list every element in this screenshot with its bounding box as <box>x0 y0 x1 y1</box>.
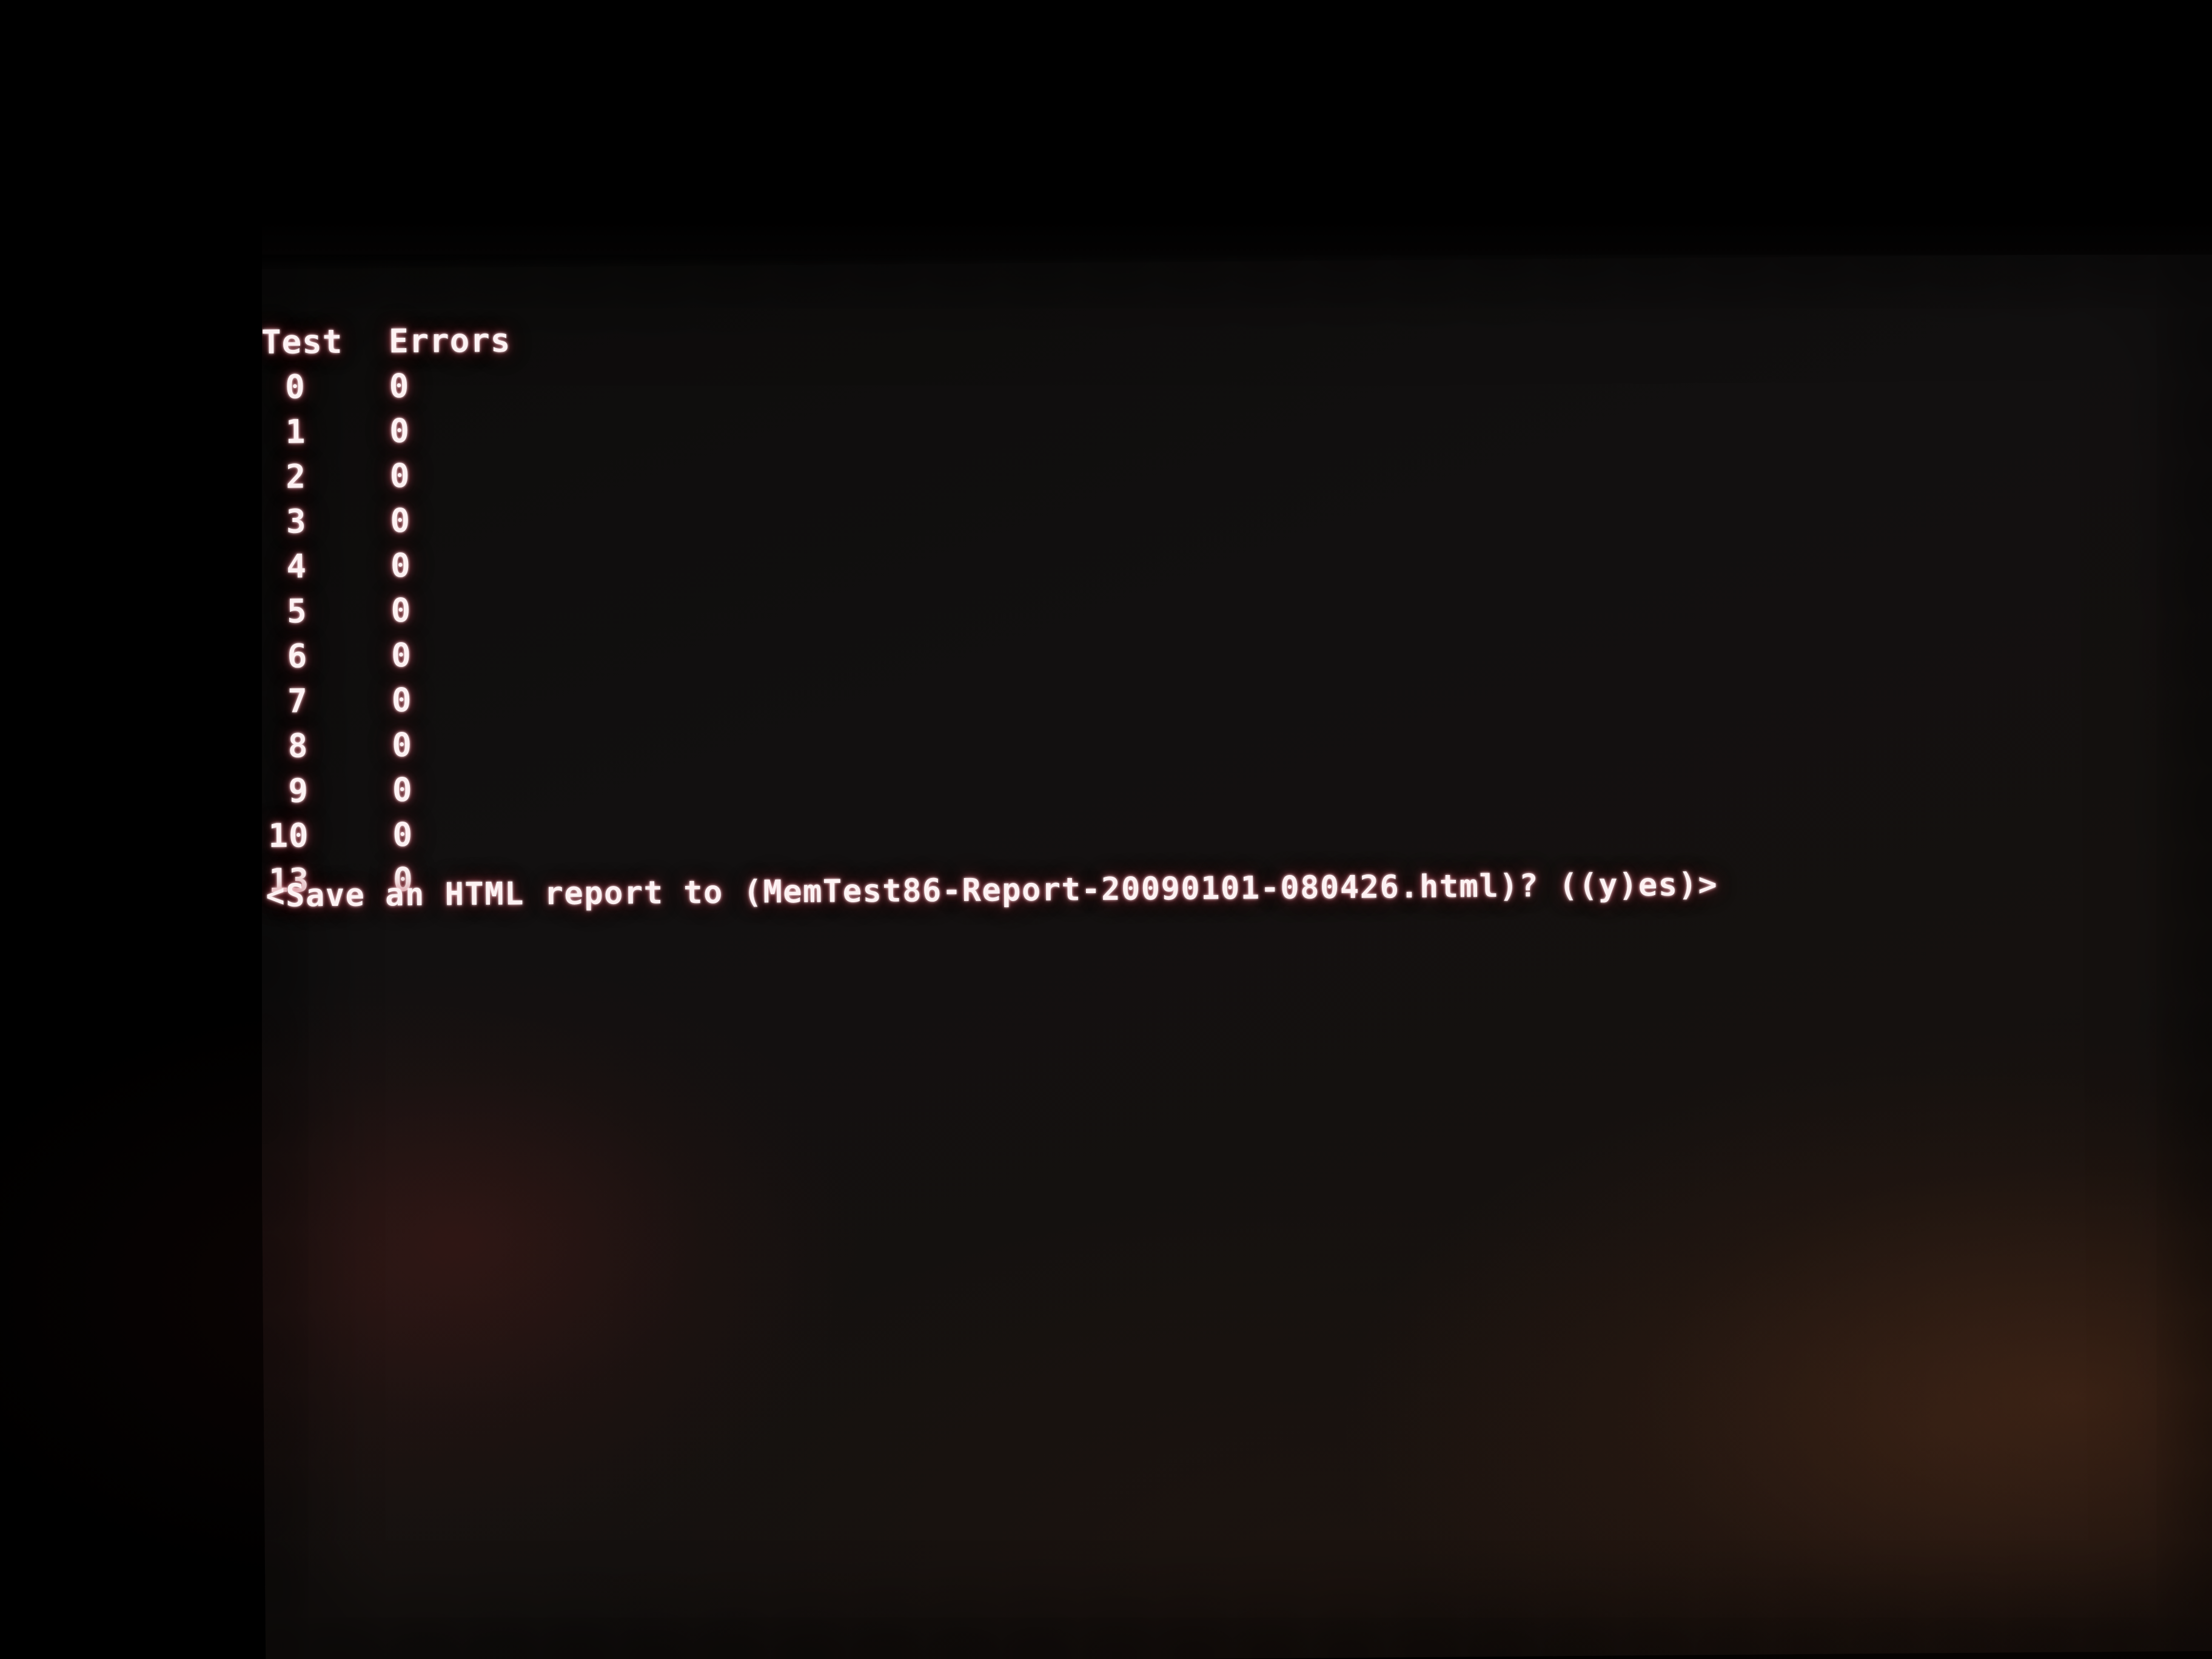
cell-test-id: 7 <box>264 678 392 724</box>
cell-error-count: 0 <box>391 680 412 720</box>
cell-test-id: 6 <box>264 633 392 679</box>
table-row: 10 <box>262 407 602 455</box>
table-row: 00 <box>261 363 602 410</box>
test-id-value: 10 <box>268 816 309 855</box>
test-id-value: 8 <box>287 726 309 765</box>
photo-dark-border-left <box>0 0 262 1659</box>
column-header-test: Test <box>261 322 343 361</box>
test-id-value: 6 <box>287 637 308 675</box>
test-id-value: 3 <box>286 502 307 541</box>
cell-test-id: 4 <box>263 543 391 589</box>
cell-test-id: 10 <box>265 813 393 859</box>
cell-test-id: 5 <box>263 588 391 634</box>
cell-error-count: 0 <box>389 456 411 495</box>
cell-test-id: 1 <box>262 409 390 455</box>
results-table-body: 0 0 1 0 2 0 3 0 4 0 5 0 6 0 7 0 8 0 9 0 10 0 13 0 <box>261 363 605 903</box>
table-row: 40 <box>263 542 603 589</box>
results-header-row: Test Errors <box>261 318 602 365</box>
test-id-value: 9 <box>288 771 309 810</box>
table-row: 80 <box>264 721 605 768</box>
cell-error-count: 0 <box>389 367 410 406</box>
cell-error-count: 0 <box>392 725 413 765</box>
test-id-value: 4 <box>286 547 307 586</box>
table-row: 20 <box>263 452 603 500</box>
cell-error-count: 0 <box>390 635 412 675</box>
column-header-errors: Errors <box>388 321 511 361</box>
cell-test-id: 0 <box>261 364 389 410</box>
test-results-table: Test Errors 0 0 1 0 2 0 3 0 4 0 5 0 6 0 7 0 8 0 9 0 10 0 13 0 <box>261 318 606 903</box>
cell-error-count: 0 <box>389 412 411 451</box>
cell-error-count: 0 <box>390 546 411 585</box>
test-id-value: 7 <box>287 682 309 720</box>
cell-test-id: 2 <box>263 454 390 500</box>
cell-test-id: 3 <box>263 498 390 545</box>
test-id-value: 0 <box>284 367 306 406</box>
results-table-head: Test Errors <box>261 318 602 365</box>
cell-error-count: 0 <box>392 770 413 809</box>
test-id-value: 5 <box>286 592 307 631</box>
table-row: 60 <box>264 632 604 679</box>
cell-test-id: 8 <box>264 723 392 769</box>
table-row: 90 <box>265 766 605 813</box>
photographed-monitor: Test Errors 0 0 1 0 2 0 3 0 4 0 5 0 6 0 7 0 8 0 9 0 10 0 13 0 <… <box>0 0 2212 1659</box>
test-id-value: 2 <box>286 457 307 496</box>
table-row: 10 0 <box>265 811 605 858</box>
table-row: 70 <box>264 677 605 724</box>
test-id-value: 1 <box>285 412 306 451</box>
memtest-screen-content: Test Errors 0 0 1 0 2 0 3 0 4 0 5 0 6 0 7 0 8 0 9 0 10 0 13 0 <… <box>255 238 2212 1659</box>
cell-error-count: 0 <box>390 501 411 540</box>
table-row: 50 <box>263 587 603 634</box>
cell-error-count: 0 <box>390 591 412 630</box>
cell-test-id: 9 <box>265 768 393 814</box>
table-row: 30 <box>263 497 603 545</box>
photo-dark-border-top <box>0 0 2212 255</box>
cell-error-count: 0 <box>392 815 414 854</box>
